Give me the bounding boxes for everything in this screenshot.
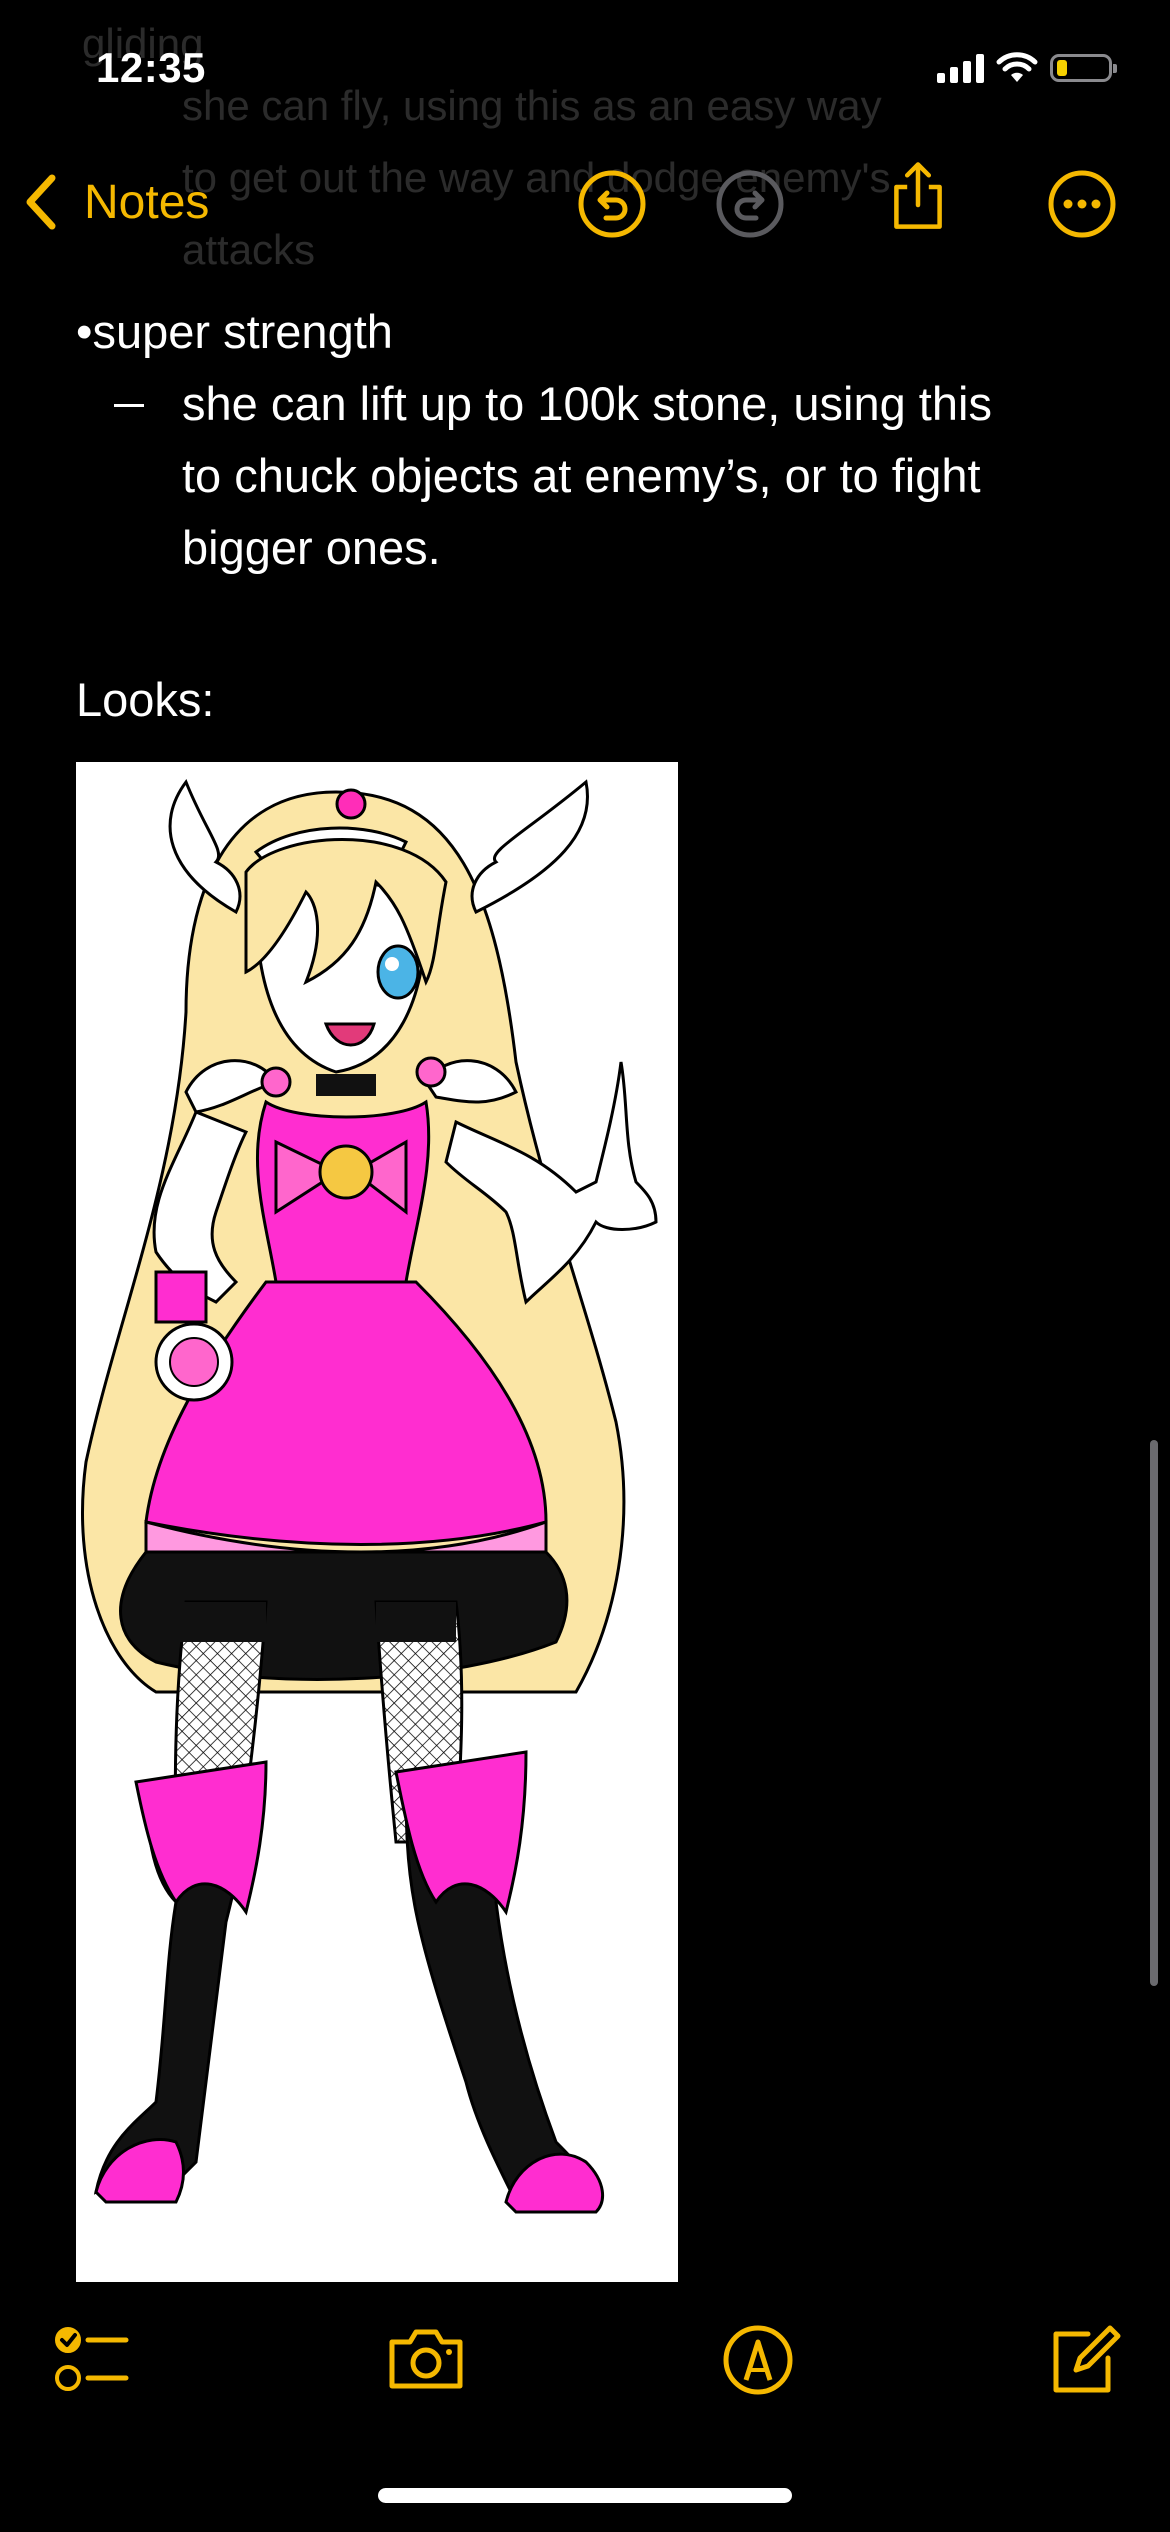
choker: [316, 1074, 376, 1096]
back-button-label: Notes: [84, 175, 210, 229]
share-icon: [894, 162, 942, 229]
looks-label: Looks:: [76, 673, 215, 726]
bullet-item: •super strength: [76, 305, 393, 358]
compose-icon: [1053, 2325, 1121, 2393]
eye: [376, 944, 420, 1000]
sub-item-dash: [114, 404, 144, 407]
ghost-line: gliding: [82, 20, 204, 67]
checklist-icon: [55, 2327, 129, 2391]
home-indicator[interactable]: [378, 2488, 792, 2503]
chevron-left-icon: [26, 174, 56, 230]
character-illustration: [81, 778, 658, 2214]
vertical-scrollbar[interactable]: [1150, 1440, 1158, 1986]
redo-button[interactable]: [714, 168, 786, 240]
left-glove: [154, 1270, 208, 1324]
camera-button[interactable]: [386, 2320, 466, 2400]
character-drawing-image[interactable]: [76, 762, 678, 2282]
sub-item-line: she can lift up to 100k stone, using thi…: [182, 377, 992, 430]
right-wing: [470, 779, 589, 915]
compose-button[interactable]: [1042, 2320, 1122, 2400]
bottom-toolbar: [0, 2320, 1170, 2410]
back-button[interactable]: Notes: [22, 172, 209, 232]
nav-bar: Notes: [0, 162, 1170, 248]
markup-button[interactable]: [718, 2320, 798, 2400]
tiara-gem: [335, 788, 367, 820]
more-button[interactable]: [1046, 168, 1118, 240]
sub-item-line: bigger ones.: [182, 521, 441, 574]
bow-brooch: [318, 1144, 374, 1200]
ghost-line: she can fly, using this as an easy way: [182, 82, 882, 129]
camera-icon: [389, 2329, 463, 2389]
checklist-button[interactable]: [52, 2320, 132, 2400]
redo-icon: [716, 170, 784, 238]
left-boot-toe: [94, 2137, 185, 2204]
undo-button[interactable]: [576, 168, 648, 240]
undo-icon: [578, 170, 646, 238]
sub-item-line: to chuck objects at enemy’s, or to fight: [182, 449, 981, 502]
markup-icon: [723, 2325, 793, 2395]
sub-item: she can lift up to 100k stone, using thi…: [182, 368, 1162, 584]
more-icon: [1048, 170, 1116, 238]
share-button[interactable]: [882, 160, 954, 232]
